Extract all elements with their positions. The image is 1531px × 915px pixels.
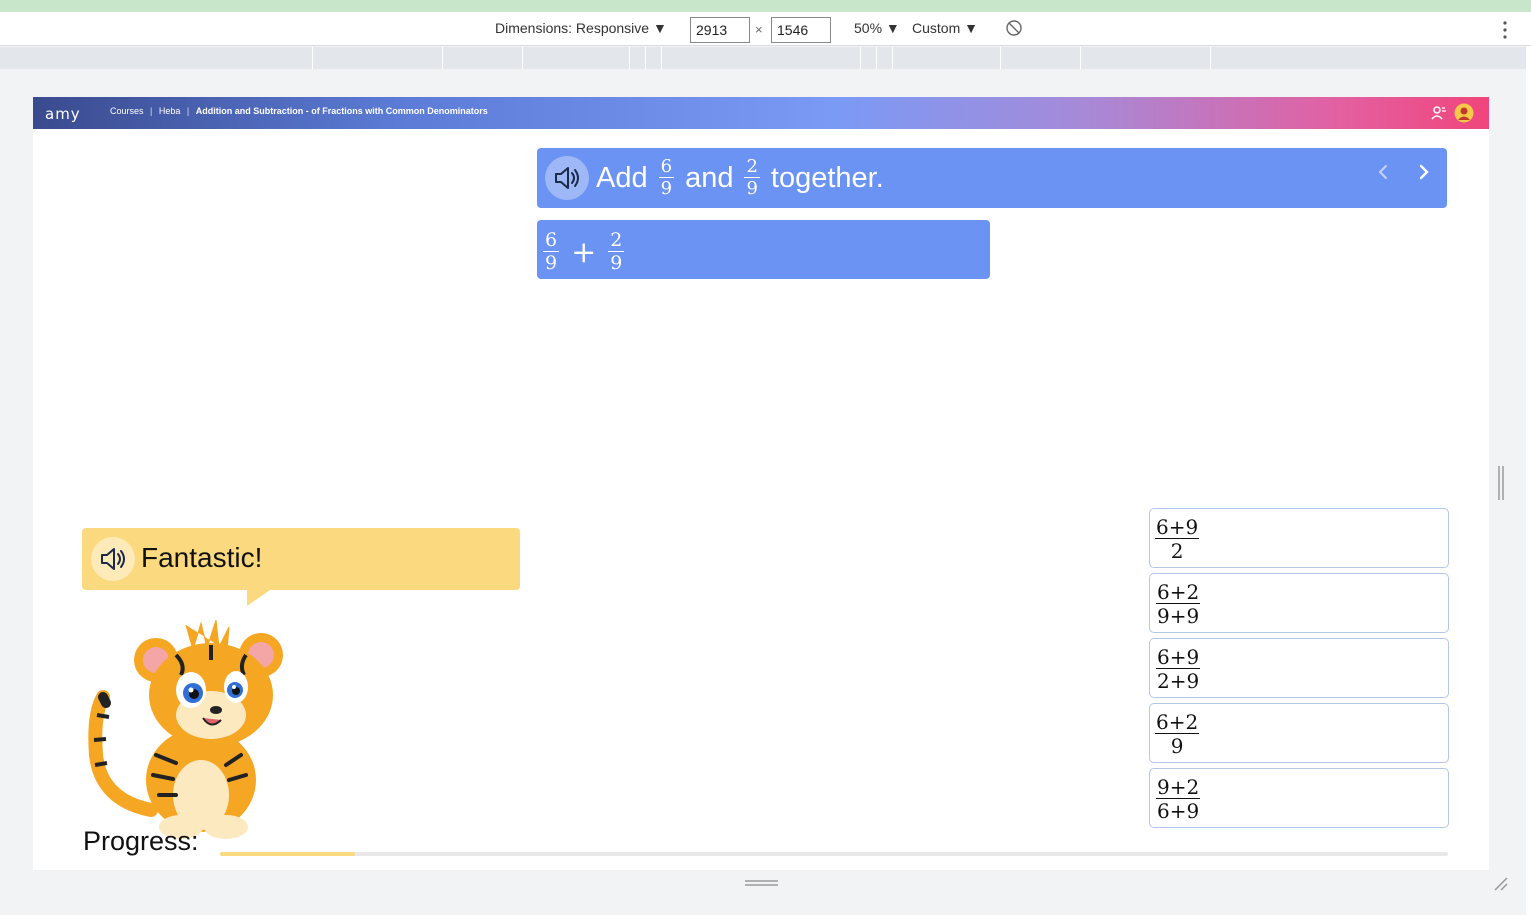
question-text: Add 6 9 and 2 9 together.	[596, 158, 884, 198]
breadcrumb-separator: |	[186, 106, 190, 116]
option-fraction: 6+2 9+9	[1155, 582, 1201, 626]
breadcrumb-courses[interactable]: Courses	[110, 106, 144, 116]
fraction-denominator: 9	[545, 252, 558, 274]
tiger-mascot	[88, 619, 283, 839]
answer-option-1[interactable]: 6+9 2	[1149, 508, 1449, 568]
avatar-icon[interactable]	[1454, 103, 1474, 123]
resize-corner-icon[interactable]	[1492, 875, 1508, 891]
progress-bar	[220, 852, 1448, 856]
bubble-tail	[247, 588, 273, 606]
answer-option-5[interactable]: 9+2 6+9	[1149, 768, 1449, 828]
answer-option-2[interactable]: 6+2 9+9	[1149, 573, 1449, 633]
question-audio-button[interactable]	[545, 156, 589, 200]
answer-option-3[interactable]: 6+9 2+9	[1149, 638, 1449, 698]
breadcrumb-user[interactable]: Heba	[159, 106, 181, 116]
fraction-denominator: 9	[1170, 734, 1184, 758]
fraction-denominator: 9	[610, 252, 623, 274]
fraction-numerator: 6+2	[1155, 710, 1200, 734]
fraction-numerator: 6+9	[1155, 515, 1200, 539]
fraction-numerator: 6+9	[1156, 645, 1201, 669]
more-options-icon[interactable]	[1498, 20, 1512, 40]
expression-fraction-2: 2 9	[608, 229, 625, 274]
fraction-numerator: 2	[608, 229, 625, 252]
fraction-numerator: 2	[744, 156, 760, 178]
resize-handle-bottom[interactable]	[745, 879, 778, 887]
chevron-left-icon[interactable]	[1371, 160, 1395, 184]
app-header: amy Courses | Heba | Addition and Subtra…	[33, 97, 1489, 129]
option-fraction: 9+2 6+9	[1155, 777, 1201, 821]
feedback-bubble: Fantastic!	[82, 528, 520, 606]
dimension-times: ×	[755, 22, 763, 37]
devtools-device-toolbar: Dimensions: Responsive ▼ × 50% ▼ Custom …	[0, 12, 1531, 46]
progress-fill	[220, 852, 356, 856]
height-input[interactable]	[771, 17, 831, 43]
fraction-numerator: 9+2	[1156, 775, 1201, 799]
breadcrumb-separator: |	[150, 106, 153, 116]
throttle-dropdown[interactable]: Custom ▼	[912, 20, 978, 36]
resize-handle-right[interactable]	[1497, 466, 1505, 500]
option-fraction: 6+9 2	[1155, 515, 1200, 563]
question-middle: and	[685, 161, 734, 194]
expression-card: 6 9 + 2 9	[537, 220, 990, 279]
question-fraction-1: 6 9	[658, 156, 675, 199]
fraction-numerator: 6	[543, 229, 560, 252]
rotate-icon[interactable]	[1005, 19, 1023, 37]
browser-top-strip	[0, 0, 1531, 12]
expression-fraction-1: 6 9	[543, 229, 560, 274]
plus-operator: +	[571, 234, 597, 270]
amy-logo[interactable]: amy	[45, 105, 81, 123]
answer-options: 6+9 2 6+2 9+9 6+9 2+9 6+2 9 9+2 6+9	[1149, 508, 1449, 833]
speaker-icon	[555, 167, 579, 189]
fraction-denominator: 9	[660, 178, 673, 199]
fraction-denominator: 2	[1170, 539, 1184, 563]
question-suffix: together.	[770, 161, 884, 194]
option-fraction: 6+9 2+9	[1155, 647, 1201, 691]
question-card: Add 6 9 and 2 9 together.	[537, 148, 1447, 208]
feedback-message: Fantastic!	[141, 542, 263, 573]
width-input[interactable]	[690, 17, 750, 43]
fraction-denominator: 6+9	[1157, 799, 1200, 823]
parent-mode-icon[interactable]	[1430, 104, 1448, 122]
question-fraction-2: 2 9	[744, 156, 760, 199]
question-prefix: Add	[596, 161, 648, 194]
breadcrumb-lesson: Addition and Subtraction - of Fractions …	[195, 106, 488, 116]
progress-label: Progress:	[83, 826, 199, 856]
fraction-numerator: 6+2	[1156, 580, 1201, 604]
option-fraction: 6+2 9	[1155, 710, 1200, 758]
dimensions-dropdown[interactable]: Dimensions: Responsive ▼	[495, 20, 667, 36]
speaker-icon	[101, 548, 125, 570]
fraction-numerator: 6	[658, 156, 675, 178]
chevron-right-icon[interactable]	[1412, 160, 1436, 184]
fraction-denominator: 9+9	[1157, 604, 1200, 628]
answer-option-4[interactable]: 6+2 9	[1149, 703, 1449, 763]
fraction-denominator: 2+9	[1157, 669, 1200, 693]
breadcrumb: Courses | Heba | Addition and Subtractio…	[110, 106, 488, 116]
app-page: amy Courses | Heba | Addition and Subtra…	[33, 97, 1489, 870]
fraction-denominator: 9	[746, 178, 758, 199]
zoom-dropdown[interactable]: 50% ▼	[854, 20, 900, 36]
media-query-bar[interactable]	[0, 47, 1526, 69]
window-edge	[1526, 46, 1531, 915]
feedback-audio-button[interactable]	[91, 537, 135, 581]
